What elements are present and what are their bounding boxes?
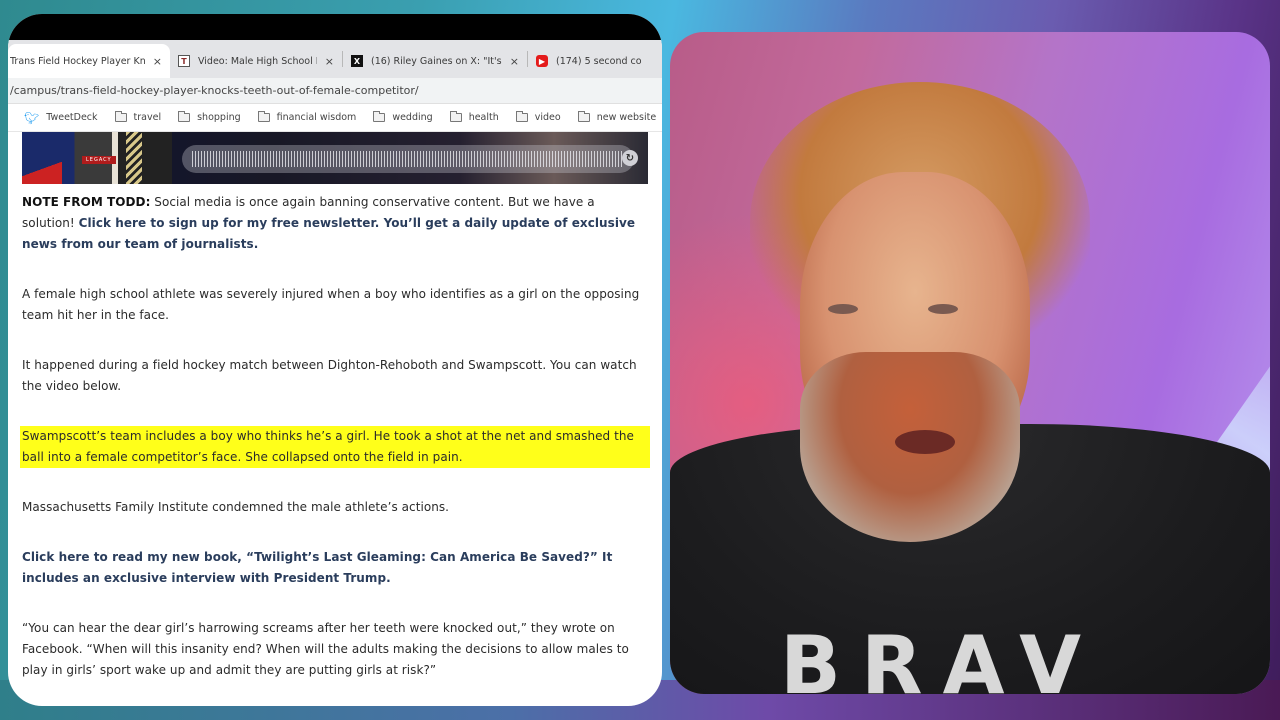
- favicon-t-icon: T: [178, 55, 190, 67]
- bookmark-label: health: [468, 112, 499, 123]
- waveform-bars: [192, 151, 624, 167]
- highlighted-paragraph: Swampscott’s team includes a boy who thi…: [20, 426, 650, 468]
- article-paragraph: It happened during a field hockey match …: [22, 358, 637, 393]
- bookmark-folder-new-website[interactable]: new website: [577, 111, 657, 123]
- bookmark-folder-wedding[interactable]: wedding: [373, 111, 433, 123]
- presenter-mouth: [895, 430, 955, 454]
- tab-title: (16) Riley Gaines on X: "It's re: [371, 55, 502, 67]
- folder-icon: [114, 111, 127, 122]
- presenter-eye: [828, 304, 858, 314]
- youtube-icon: ▶: [536, 55, 548, 67]
- bookmark-label: shopping: [197, 112, 241, 123]
- twitter-bird-icon: 🐦︎: [24, 110, 40, 125]
- tab-title: Trans Field Hockey Player Knocks: [10, 55, 145, 67]
- tab-title: (174) 5 second co: [556, 55, 642, 67]
- audio-thumbnail: LEGACY: [22, 132, 172, 184]
- legacy-logo: LEGACY: [82, 156, 116, 164]
- bookmark-label: travel: [133, 112, 162, 123]
- url-text: /campus/trans-field-hockey-player-knocks…: [10, 84, 419, 97]
- flag-graphic: [22, 158, 62, 184]
- bookmark-label: new website: [596, 112, 657, 123]
- tab-strip: Trans Field Hockey Player Knocks × T Vid…: [8, 40, 662, 78]
- folder-icon: [577, 111, 590, 122]
- shirt-print: BRAV: [780, 619, 1101, 694]
- folder-icon: [178, 111, 191, 122]
- tie-graphic: [126, 132, 142, 184]
- address-bar[interactable]: /campus/trans-field-hockey-player-knocks…: [8, 78, 662, 104]
- bookmark-label: financial wisdom: [276, 112, 357, 123]
- bookmark-label: TweetDeck: [46, 112, 98, 123]
- bookmark-tweetdeck[interactable]: 🐦︎ TweetDeck: [24, 112, 98, 124]
- tab-youtube[interactable]: ▶ (174) 5 second co: [528, 44, 658, 78]
- favicon-x-icon: X: [351, 55, 363, 67]
- tab-title: Video: Male High School Field: [198, 55, 317, 67]
- tab-trans-field-hockey[interactable]: Trans Field Hockey Player Knocks ×: [8, 44, 170, 78]
- close-tab-icon[interactable]: ×: [325, 55, 334, 68]
- close-tab-icon[interactable]: ×: [510, 55, 519, 68]
- folder-icon: [257, 111, 270, 122]
- highlighted-text: Swampscott’s team includes a boy who thi…: [20, 426, 650, 468]
- folder-icon: [449, 111, 462, 122]
- browser-title-bar: [8, 14, 662, 40]
- replay-icon[interactable]: ↻: [622, 150, 638, 166]
- webcam-feed: BRAV: [670, 32, 1270, 694]
- bookmark-folder-shopping[interactable]: shopping: [178, 111, 241, 123]
- folder-icon: [373, 111, 386, 122]
- newsletter-link[interactable]: Click here to sign up for my free newsle…: [22, 216, 635, 251]
- book-paragraph: Click here to read my new book, “Twiligh…: [22, 547, 648, 589]
- bookmarks-bar: 🐦︎ TweetDeck travel shopping financial w…: [8, 104, 662, 132]
- folder-icon: [515, 111, 528, 122]
- browser-window: Trans Field Hockey Player Knocks × T Vid…: [8, 14, 662, 706]
- audio-waveform-scrubber[interactable]: [182, 145, 634, 173]
- book-link[interactable]: Click here to read my new book, “Twiligh…: [22, 550, 612, 585]
- audio-player[interactable]: LEGACY ↻: [22, 132, 648, 184]
- tab-riley-gaines-x[interactable]: X (16) Riley Gaines on X: "It's re ×: [343, 44, 527, 78]
- bookmark-folder-travel[interactable]: travel: [114, 111, 162, 123]
- bookmark-folder-health[interactable]: health: [449, 111, 499, 123]
- note-paragraph: NOTE FROM TODD: Social media is once aga…: [22, 192, 648, 255]
- presenter-eye: [928, 304, 958, 314]
- close-tab-icon[interactable]: ×: [153, 55, 162, 68]
- article-paragraph: A female high school athlete was severel…: [22, 287, 640, 322]
- note-label: NOTE FROM TODD:: [22, 195, 151, 209]
- article-paragraph: Massachusetts Family Institute condemned…: [22, 500, 450, 514]
- article-content: LEGACY ↻ NOTE FROM TODD: Social media is…: [8, 132, 662, 681]
- bookmark-folder-financial-wisdom[interactable]: financial wisdom: [257, 111, 357, 123]
- bookmark-folder-video[interactable]: video: [515, 111, 561, 123]
- tab-video-male-high-school[interactable]: T Video: Male High School Field ×: [170, 44, 342, 78]
- quote-paragraph: “You can hear the dear girl’s harrowing …: [22, 621, 629, 677]
- bookmark-label: video: [534, 112, 561, 123]
- bookmark-label: wedding: [392, 112, 433, 123]
